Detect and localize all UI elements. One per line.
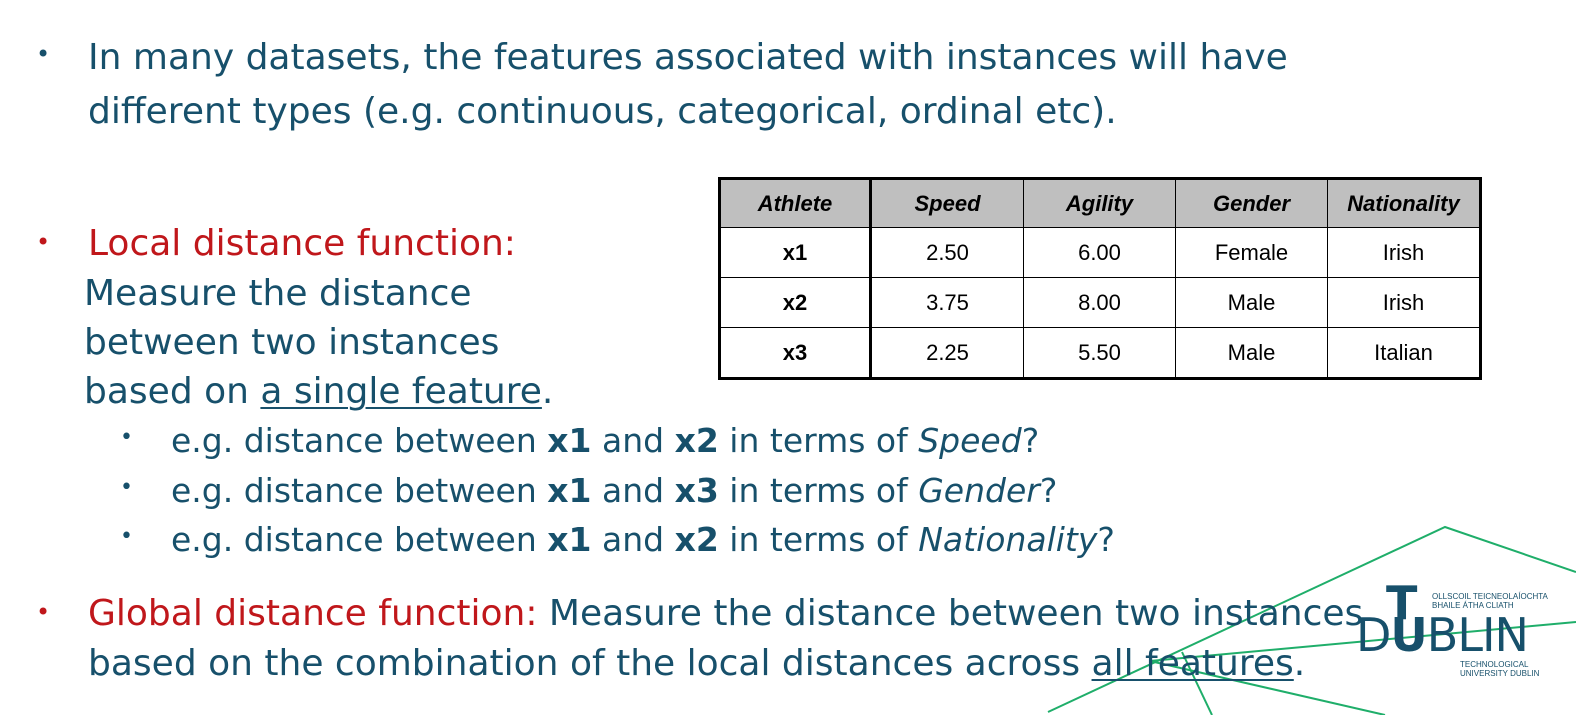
local-line-3: based on a single feature. [84,368,553,416]
instance-b: x2 [674,520,719,559]
logo-wordmark: DUBLIN [1356,612,1529,658]
example-text: ? [1097,520,1115,559]
instance-a: x1 [547,421,592,460]
column-header: Gender [1175,178,1328,228]
intro-line-2: different types (e.g. continuous, catego… [88,91,1117,132]
example-text: in terms of [718,520,919,559]
table-cell: Female [1175,227,1328,278]
example-text: in terms of [718,471,919,510]
example-text: in terms of [718,421,919,460]
example-text: ? [1039,471,1058,510]
table-row: x3 2.25 5.50 Male Italian [719,327,1481,379]
example-1-bullet: • [120,425,133,450]
intro-bullet: • [36,40,51,68]
example-text: and [591,520,675,559]
table-cell: 3.75 [870,277,1024,328]
example-text: and [591,421,675,460]
athlete-table: Athlete Speed Agility Gender Nationality… [718,177,1482,380]
example-text: e.g. distance between [171,520,548,559]
tu-dublin-logo: T OLLSCOIL TEICNEOLAÍOCHTA BHAILE ÁTHA C… [1356,576,1548,682]
logo-english-line-1: TECHNOLOGICAL [1460,660,1529,669]
example-3: e.g. distance between x1 and x2 in terms… [171,516,1115,564]
table-cell: x1 [719,227,872,278]
instance-a: x1 [547,471,592,510]
feature-name: Speed [918,421,1022,460]
table-cell: x2 [719,277,872,328]
example-text: and [591,471,675,510]
logo-irish-line-1: OLLSCOIL TEICNEOLAÍOCHTA [1432,592,1548,601]
example-2-bullet: • [120,475,133,500]
table-cell: 2.50 [870,227,1024,278]
instance-a: x1 [547,520,592,559]
global-line-2-suffix: . [1293,643,1306,684]
table-cell: x3 [719,327,872,379]
global-line-1-rest: Measure the distance between two instanc… [537,593,1364,634]
global-heading: Global distance function: [88,593,538,634]
feature-name: Nationality [918,520,1098,559]
table-cell: Male [1175,277,1328,328]
local-line-2: between two instances [84,322,500,363]
global-line-2: based on the combination of the local di… [88,640,1305,688]
global-line-2-prefix: based on the combination of the local di… [88,643,1092,684]
global-bullet: • [36,598,51,626]
feature-name: Gender [918,471,1040,510]
logo-wordmark-d: D [1356,608,1391,662]
logo-wordmark-rest: BLIN [1426,608,1529,662]
column-header: Nationality [1327,178,1481,228]
table-row: x1 2.50 6.00 Female Irish [719,227,1481,278]
table-cell: Italian [1327,327,1481,379]
column-header: Speed [870,178,1024,228]
table-cell: Irish [1327,277,1481,328]
example-text: e.g. distance between [171,421,548,460]
table-row: x2 3.75 8.00 Male Irish [719,277,1481,328]
example-text: e.g. distance between [171,471,548,510]
table-cell: 2.25 [870,327,1024,379]
local-bullet: • [36,228,51,256]
logo-english-line-2: UNIVERSITY DUBLIN [1460,669,1540,678]
table-cell: 8.00 [1023,277,1176,328]
example-text: ? [1021,421,1040,460]
instance-b: x3 [674,471,719,510]
logo-wordmark-u: U [1390,608,1427,662]
example-1: e.g. distance between x1 and x2 in terms… [171,417,1039,465]
all-features-underlined: all features [1091,643,1294,684]
example-3-bullet: • [120,524,133,549]
table-header-row: Athlete Speed Agility Gender Nationality [719,178,1481,228]
local-line-3-suffix: . [541,371,554,412]
table-cell: Irish [1327,227,1481,278]
local-heading: Local distance function: [88,223,516,264]
column-header: Athlete [719,178,872,228]
table-cell: 6.00 [1023,227,1176,278]
example-2: e.g. distance between x1 and x3 in terms… [171,467,1057,515]
table-cell: Male [1175,327,1328,379]
single-feature-underlined: a single feature [260,371,542,412]
instance-b: x2 [674,421,719,460]
intro-line-1: In many datasets, the features associate… [88,37,1288,78]
local-line-1: Measure the distance [84,273,472,314]
table-cell: 5.50 [1023,327,1176,379]
local-line-3-prefix: based on [84,371,261,412]
global-line-1: Global distance function: Measure the di… [88,590,1363,638]
column-header: Agility [1023,178,1176,228]
